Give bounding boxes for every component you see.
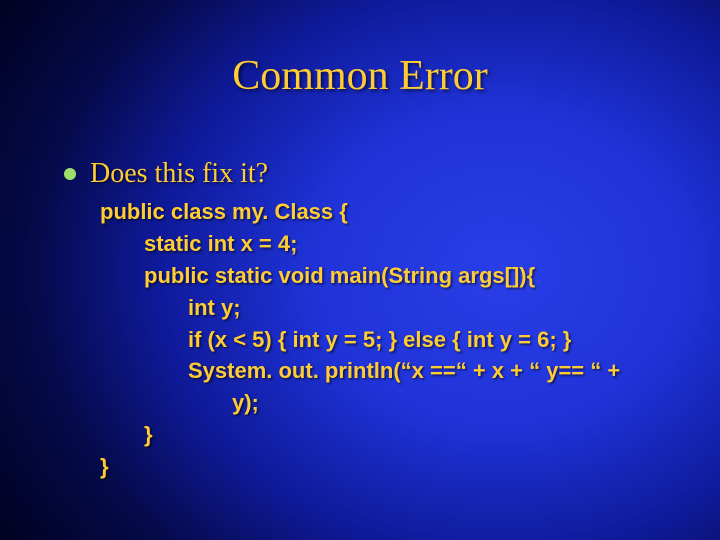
bullet-item: Does this fix it? (64, 158, 680, 190)
slide-title: Common Error (0, 52, 720, 100)
code-line: public class my. Class { (100, 196, 680, 228)
slide: Common Error Does this fix it? public cl… (0, 0, 720, 540)
code-line: y); (100, 387, 680, 419)
code-line: int y; (100, 292, 680, 324)
code-line: } (100, 451, 680, 483)
slide-body: Does this fix it? public class my. Class… (64, 158, 680, 483)
bullet-dot-icon (64, 168, 76, 180)
bullet-text: Does this fix it? (90, 158, 268, 190)
code-line: public static void main(String args[]){ (100, 260, 680, 292)
code-line: System. out. println(“x ==“ + x + “ y== … (100, 355, 680, 387)
code-line: } (100, 419, 680, 451)
code-block: public class my. Class { static int x = … (100, 196, 680, 483)
code-line: static int x = 4; (100, 228, 680, 260)
code-line: if (x < 5) { int y = 5; } else { int y =… (100, 324, 680, 356)
